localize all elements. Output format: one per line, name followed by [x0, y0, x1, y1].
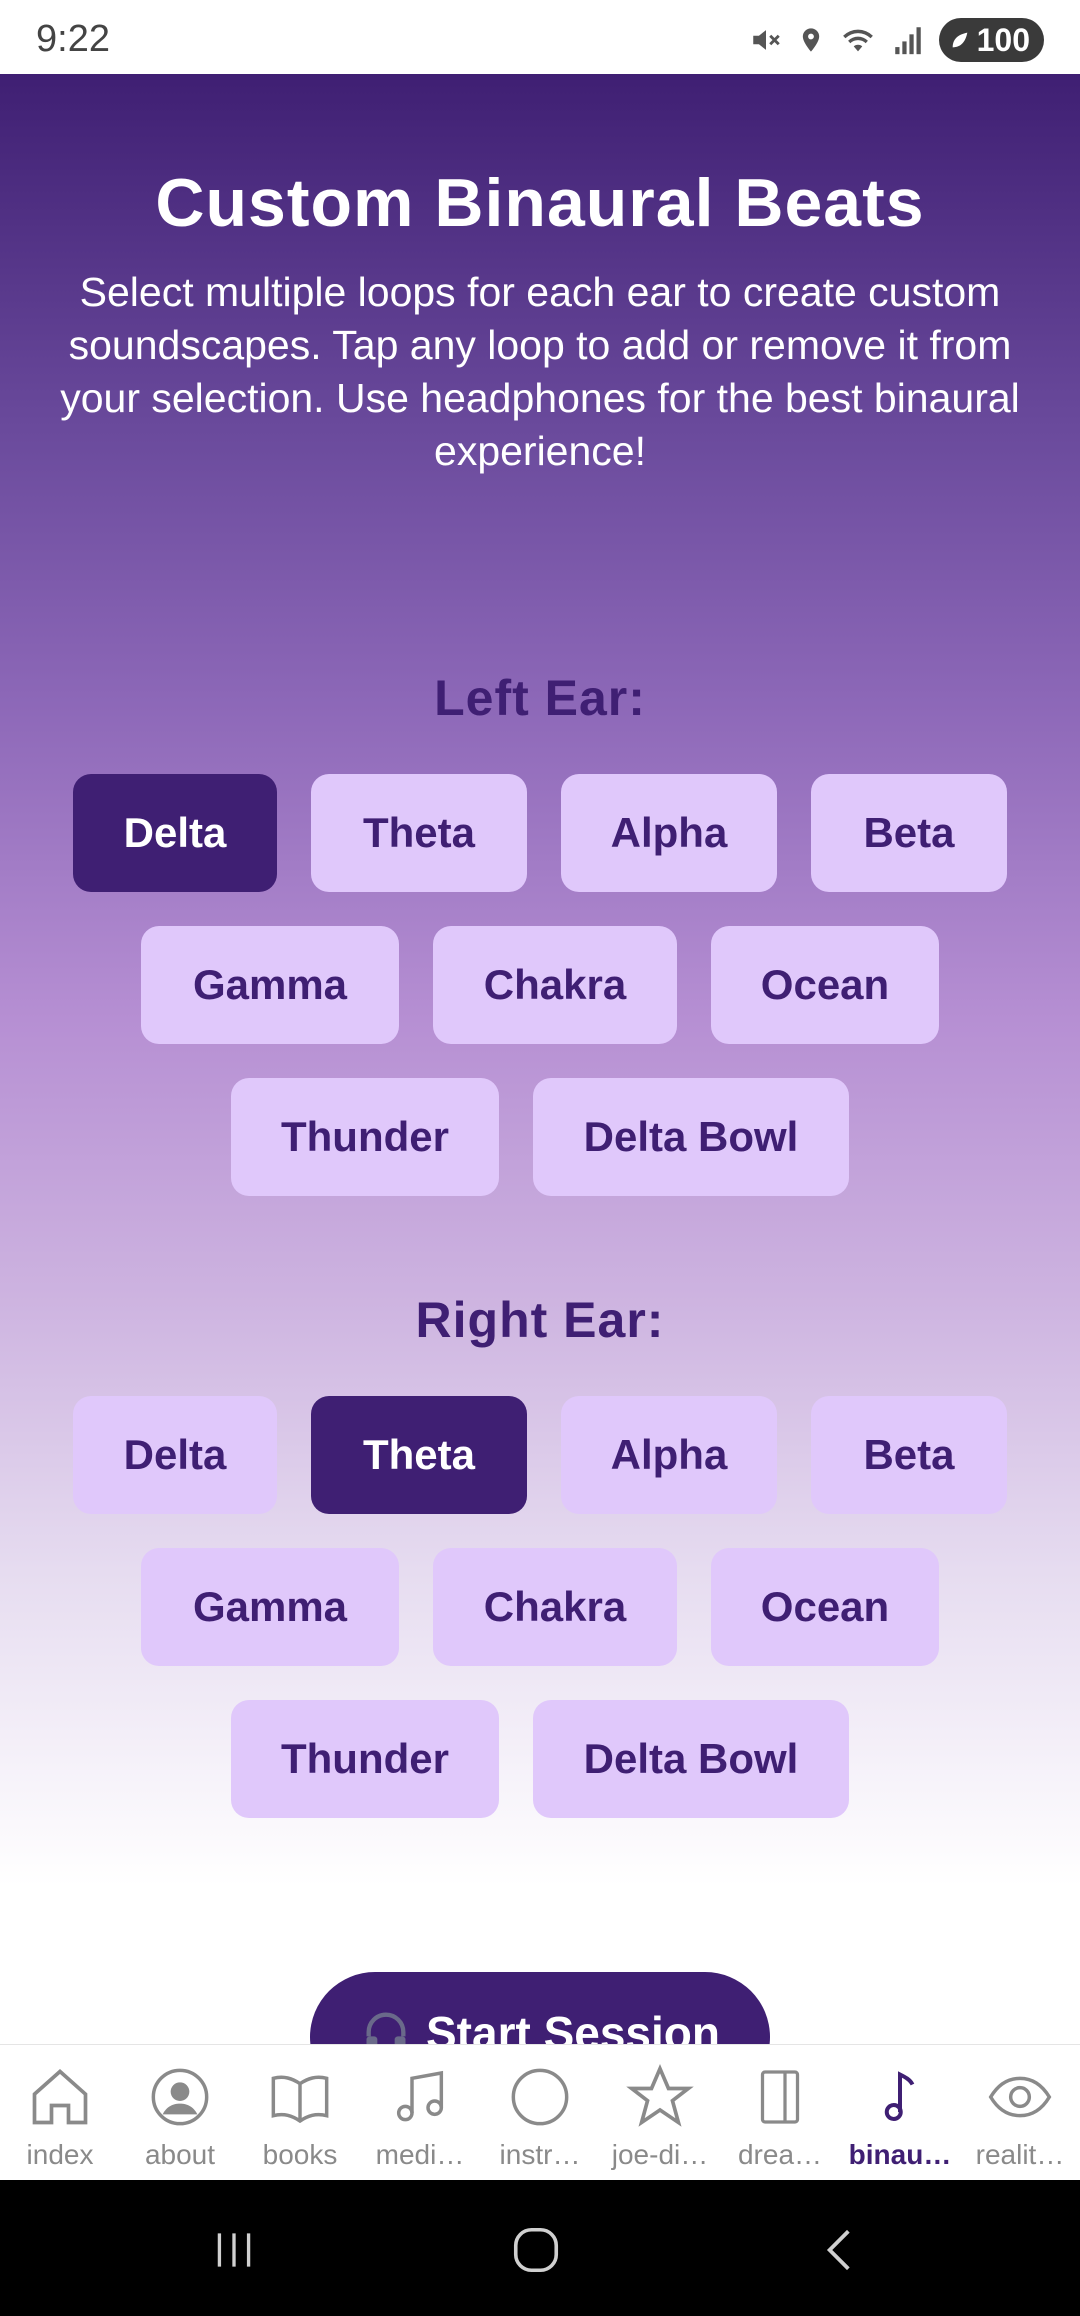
right-loop-alpha[interactable]: Alpha [561, 1396, 777, 1514]
tab-label: instr… [499, 2139, 581, 2170]
bottom-tab-bar: index about books medi… instr… joe-di… d… [0, 2044, 1080, 2180]
page-title: Custom Binaural Beats [155, 165, 925, 241]
left-loop-beta[interactable]: Beta [811, 774, 1007, 892]
home-icon [24, 2061, 96, 2133]
left-loop-chakra[interactable]: Chakra [433, 926, 677, 1044]
tab-label: medi… [375, 2139, 465, 2170]
tab-label: books [262, 2139, 338, 2170]
right-loop-gamma[interactable]: Gamma [141, 1548, 399, 1666]
wifi-icon [842, 29, 873, 52]
tab-index[interactable]: index [0, 2045, 120, 2180]
tab-reality[interactable]: realit… [960, 2045, 1080, 2180]
recent-apps-button[interactable] [204, 2220, 264, 2280]
tab-joe-dispenza[interactable]: joe-di… [600, 2045, 720, 2180]
loop-row: Delta Theta Alpha Beta [0, 1396, 1080, 1514]
right-ear-heading: Right Ear: [415, 1292, 665, 1348]
tab-label: joe-di… [611, 2139, 709, 2170]
left-loop-thunder[interactable]: Thunder [231, 1078, 499, 1196]
right-loop-thunder[interactable]: Thunder [231, 1700, 499, 1818]
user-circle-icon [144, 2061, 216, 2133]
tab-label: index [26, 2139, 94, 2170]
tab-label: about [144, 2139, 216, 2170]
right-loop-delta[interactable]: Delta [73, 1396, 277, 1514]
loop-row: Gamma Chakra Ocean [0, 926, 1080, 1044]
tab-books[interactable]: books [240, 2045, 360, 2180]
right-ear-loops: Delta Theta Alpha Beta Gamma Chakra Ocea… [0, 1396, 1080, 1852]
battery-indicator: 100 [938, 18, 1044, 62]
right-loop-delta-bowl[interactable]: Delta Bowl [533, 1700, 849, 1818]
status-time: 9:22 [36, 18, 110, 60]
home-circle-icon [513, 2227, 559, 2273]
right-loop-chakra[interactable]: Chakra [433, 1548, 677, 1666]
right-loop-beta[interactable]: Beta [811, 1396, 1007, 1514]
right-loop-theta[interactable]: Theta [311, 1396, 527, 1514]
left-loop-delta[interactable]: Delta [73, 774, 277, 892]
music-note-icon [384, 2061, 456, 2133]
loop-row: Thunder Delta Bowl [0, 1078, 1080, 1196]
tab-label: realit… [975, 2139, 1065, 2170]
page-description: Select multiple loops for each ear to cr… [60, 269, 1020, 474]
start-session-label: Start Session [426, 2007, 720, 2044]
tab-label: drea… [737, 2139, 823, 2170]
battery-saver-icon [952, 32, 967, 48]
left-ear-heading: Left Ear: [434, 670, 646, 726]
star-icon [624, 2061, 696, 2133]
signal-icon [894, 27, 921, 55]
tab-binaural[interactable]: binau… [840, 2045, 960, 2180]
tab-dreams[interactable]: drea… [720, 2045, 840, 2180]
left-ear-loops: Delta Theta Alpha Beta Gamma Chakra Ocea… [0, 774, 1080, 1230]
loop-row: Thunder Delta Bowl [0, 1700, 1080, 1818]
eye-icon [984, 2061, 1056, 2133]
music-note-icon [864, 2061, 936, 2133]
left-loop-delta-bowl[interactable]: Delta Bowl [533, 1078, 849, 1196]
left-loop-theta[interactable]: Theta [311, 774, 527, 892]
back-chevron-icon [826, 2229, 850, 2271]
left-loop-ocean[interactable]: Ocean [711, 926, 939, 1044]
status-icons: 100 [749, 18, 1044, 62]
loop-row: Gamma Chakra Ocean [0, 1548, 1080, 1666]
circle-icon [504, 2061, 576, 2133]
door-icon [744, 2061, 816, 2133]
tab-label: binau… [848, 2139, 952, 2170]
location-icon [802, 28, 819, 52]
recent-apps-icon [217, 2233, 251, 2267]
start-session-button[interactable]: Start Session [310, 1972, 770, 2044]
loop-row: Delta Theta Alpha Beta [0, 774, 1080, 892]
book-icon [264, 2061, 336, 2133]
mute-icon [752, 30, 780, 50]
tab-about[interactable]: about [120, 2045, 240, 2180]
battery-level: 100 [976, 21, 1030, 58]
tab-instructions[interactable]: instr… [480, 2045, 600, 2180]
left-loop-gamma[interactable]: Gamma [141, 926, 399, 1044]
right-loop-ocean[interactable]: Ocean [711, 1548, 939, 1666]
main-content: Custom Binaural Beats Select multiple lo… [0, 74, 1080, 2044]
home-button[interactable] [506, 2220, 566, 2280]
status-bar: 9:22 100 [0, 0, 1080, 74]
system-navigation-bar [0, 2180, 1080, 2316]
left-loop-alpha[interactable]: Alpha [561, 774, 777, 892]
tab-meditations[interactable]: medi… [360, 2045, 480, 2180]
headphones-icon [366, 2012, 406, 2044]
back-button[interactable] [810, 2220, 870, 2280]
